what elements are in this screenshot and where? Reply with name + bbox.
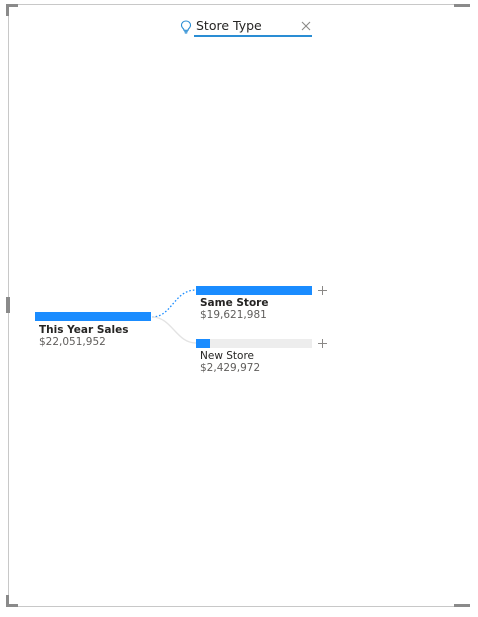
new-store-value: $2,429,972: [200, 362, 261, 374]
close-icon[interactable]: [301, 21, 311, 31]
new-store-bar-track: [196, 339, 312, 348]
expand-plus-icon[interactable]: [317, 338, 328, 349]
expand-plus-icon[interactable]: [317, 285, 328, 296]
root-value: $22,051,952: [39, 336, 106, 348]
root-bar-fill: [35, 312, 151, 321]
same-store-value: $19,621,981: [200, 309, 267, 321]
level-header-underline: [194, 35, 312, 37]
level-header[interactable]: Store Type: [178, 17, 314, 37]
resize-handle-bottom-right[interactable]: [454, 604, 470, 607]
level-header-title: Store Type: [196, 18, 262, 33]
resize-handle-left-middle[interactable]: [6, 297, 10, 313]
visual-frame-top: [8, 4, 470, 5]
lightbulb-icon: [180, 20, 192, 34]
connector-new-store: [151, 316, 197, 344]
resize-handle-bottom-left-vertical[interactable]: [6, 595, 9, 607]
connector-same-store: [151, 289, 197, 318]
visual-frame-bottom: [8, 606, 470, 607]
resize-handle-top-left-vertical[interactable]: [6, 4, 9, 16]
new-store-bar-fill: [196, 339, 210, 348]
same-store-bar-fill: [196, 286, 312, 295]
resize-handle-top-right[interactable]: [454, 4, 470, 7]
decomposition-tree-visual: Store Type This Year Sales $22,051,952 S…: [0, 0, 478, 617]
